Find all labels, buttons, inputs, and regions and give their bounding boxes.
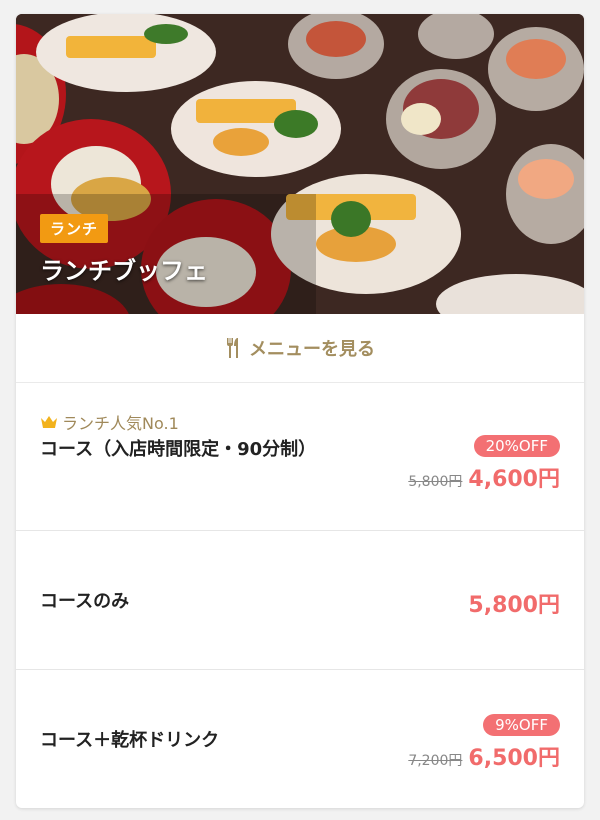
course-card: ランチ ランチブッフェ メニューを見る ランチ人気No.1 コース（入店時間限定…: [16, 14, 584, 808]
course-item-1[interactable]: ランチ人気No.1 コース（入店時間限定・90分制） 20%OFF 5,800円…: [16, 383, 584, 531]
crown-icon: [40, 415, 58, 429]
original-price: 5,800円: [408, 474, 463, 490]
course-item-2[interactable]: コースのみ 5,800円: [16, 531, 584, 670]
price: 5,800円: [468, 593, 560, 618]
course-name[interactable]: コース＋乾杯ドリンク: [40, 726, 219, 756]
hero-title: ランチブッフェ: [40, 257, 208, 285]
course-item-3[interactable]: コース＋乾杯ドリンク 9%OFF 7,200円 6,500円: [16, 670, 584, 808]
popular-tag: ランチ人気No.1: [40, 410, 179, 434]
discount-badge: 9%OFF: [483, 714, 560, 736]
lunch-badge: ランチ: [40, 214, 109, 243]
course-name[interactable]: コースのみ: [40, 587, 129, 617]
price-box: 9%OFF 7,200円 6,500円: [408, 714, 560, 772]
fork-knife-icon: [225, 338, 241, 358]
sale-price: 4,600円: [468, 467, 560, 492]
course-name[interactable]: コース（入店時間限定・90分制）: [40, 435, 316, 465]
price-box: 20%OFF 5,800円 4,600円: [408, 435, 560, 493]
hero-image[interactable]: ランチ ランチブッフェ: [16, 14, 584, 314]
price-box: 5,800円: [468, 587, 560, 619]
sale-price: 6,500円: [468, 746, 560, 771]
view-menu-label: メニューを見る: [249, 339, 375, 360]
popular-tag-label: ランチ人気No.1: [62, 414, 179, 433]
discount-badge: 20%OFF: [473, 435, 560, 457]
original-price: 7,200円: [408, 753, 463, 769]
view-menu-button[interactable]: メニューを見る: [16, 314, 584, 383]
